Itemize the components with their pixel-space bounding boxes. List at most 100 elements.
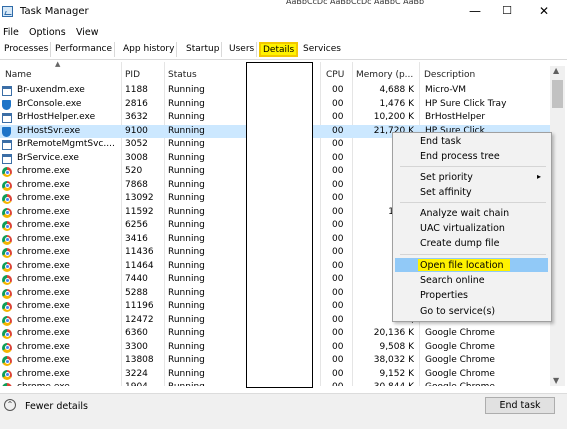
process-memory: 30,844 K [356, 381, 414, 386]
scroll-up-icon[interactable]: ▲ [553, 66, 559, 75]
process-pid: 3052 [125, 139, 148, 149]
chrome-icon [2, 369, 12, 380]
menu-item-analyze-wait-chain[interactable]: Analyze wait chain [420, 208, 509, 219]
process-pid: 11464 [125, 260, 154, 271]
process-memory: 1,476 K [379, 98, 414, 109]
process-status: Running [168, 287, 205, 298]
menu-item-end-task[interactable]: End task [420, 136, 461, 147]
process-status: Running [168, 139, 205, 149]
process-name: chrome.exe [17, 314, 70, 325]
column-header-cpu[interactable]: CPU [326, 67, 344, 83]
process-cpu: 00 [332, 220, 344, 230]
process-pid: 1904 [125, 381, 165, 386]
process-pid: 3300 [125, 341, 148, 352]
menu-view[interactable]: View [76, 27, 99, 38]
process-status: Running [168, 98, 205, 109]
menu-item-properties[interactable]: Properties [420, 290, 468, 301]
process-name: chrome.exe [17, 260, 70, 271]
process-name: BrHostHelper.exe [17, 112, 96, 122]
process-pid: 12472 [125, 314, 154, 325]
menu-item-go-to-service[interactable]: Go to service(s) [420, 306, 495, 317]
process-status: Running [168, 368, 205, 379]
scroll-thumb[interactable] [552, 80, 563, 108]
menu-separator [400, 166, 546, 167]
process-description: Google Chrome [425, 355, 495, 365]
menu-options[interactable]: Options [29, 27, 66, 38]
close-icon[interactable]: ✕ [537, 5, 551, 17]
process-status: Running [168, 233, 205, 244]
fewer-details-link[interactable]: Fewer details [25, 401, 88, 412]
tab-processes[interactable]: Processes [2, 42, 52, 57]
process-cpu: 00 [332, 206, 344, 217]
maximize-icon[interactable]: ☐ [500, 5, 514, 17]
menu-item-uac-virtualization[interactable]: UAC virtualization [420, 223, 505, 234]
process-status: Running [168, 206, 205, 217]
chrome-icon [2, 342, 12, 353]
tab-app-history[interactable]: App history [121, 42, 178, 57]
process-cpu: 00 [332, 85, 344, 95]
minimize-icon[interactable]: — [468, 5, 482, 17]
chrome-icon [2, 329, 12, 339]
scroll-down-icon[interactable]: ▼ [553, 376, 559, 385]
process-pid: 520 [125, 166, 143, 176]
process-cpu: 00 [332, 301, 344, 311]
column-header-pid[interactable]: PID [125, 67, 140, 83]
tab-users[interactable]: Users [227, 42, 258, 57]
process-cpu: 00 [332, 247, 344, 257]
chrome-icon [2, 234, 12, 245]
process-description: Google Chrome [425, 381, 547, 386]
process-name: chrome.exe [17, 368, 70, 379]
end-task-button[interactable]: End task [485, 397, 555, 414]
menu-item-create-dump-file[interactable]: Create dump file [420, 238, 499, 249]
process-cpu: 00 [332, 341, 344, 352]
menu-item-set-priority[interactable]: Set priority [420, 172, 473, 183]
process-status: Running [168, 193, 205, 203]
process-cpu: 00 [332, 139, 344, 149]
process-cpu: 00 [332, 193, 344, 203]
process-memory: 4,688 K [379, 85, 414, 95]
column-header-description[interactable]: Description [424, 67, 475, 83]
tab-details[interactable]: Details [259, 42, 299, 57]
menu-item-set-affinity[interactable]: Set affinity [420, 187, 472, 198]
process-status: Running [168, 381, 244, 386]
blank-column-box [246, 62, 313, 388]
process-status: Running [168, 274, 205, 284]
window-icon [2, 86, 12, 96]
process-memory: 38,032 K [373, 355, 414, 365]
process-pid: 3008 [125, 152, 148, 163]
window-icon [2, 153, 12, 164]
process-name: chrome.exe [17, 247, 70, 257]
window-title: Task Manager [20, 6, 89, 17]
vertical-scrollbar[interactable] [550, 66, 565, 386]
chevron-up-icon[interactable]: ⌃ [4, 399, 16, 411]
menu-item-end-process-tree[interactable]: End process tree [420, 151, 500, 162]
process-pid: 6256 [125, 220, 148, 230]
process-pid: 11436 [125, 247, 154, 257]
chrome-icon [2, 302, 12, 312]
process-pid: 11196 [125, 301, 154, 311]
sort-ascending-icon: ▲ [55, 60, 61, 68]
chrome-icon [2, 288, 12, 299]
process-pid: 11592 [125, 206, 154, 217]
menu-item-open-file-location[interactable]: Open file location [420, 260, 504, 271]
process-name: BrHostSvr.exe [17, 125, 81, 136]
process-status: Running [168, 85, 205, 95]
chrome-icon [2, 383, 12, 386]
process-cpu: 00 [332, 381, 356, 386]
menu-file[interactable]: File [3, 27, 19, 38]
column-header-name[interactable]: Name [5, 67, 32, 83]
chrome-icon [2, 356, 12, 366]
process-status: Running [168, 125, 205, 136]
column-header-status[interactable]: Status [168, 67, 197, 83]
process-cpu: 00 [332, 368, 344, 379]
tab-performance[interactable]: Performance [53, 42, 116, 57]
tab-services[interactable]: Services [301, 42, 343, 57]
chrome-icon [2, 167, 12, 177]
chrome-icon [2, 261, 12, 272]
tab-startup[interactable]: Startup [184, 42, 223, 57]
menu-item-search-online[interactable]: Search online [420, 275, 485, 286]
process-pid: 3416 [125, 233, 148, 244]
process-name: chrome.exe [17, 301, 70, 311]
process-status: Running [168, 260, 205, 271]
column-header-memory[interactable]: Memory (p... [356, 67, 413, 83]
